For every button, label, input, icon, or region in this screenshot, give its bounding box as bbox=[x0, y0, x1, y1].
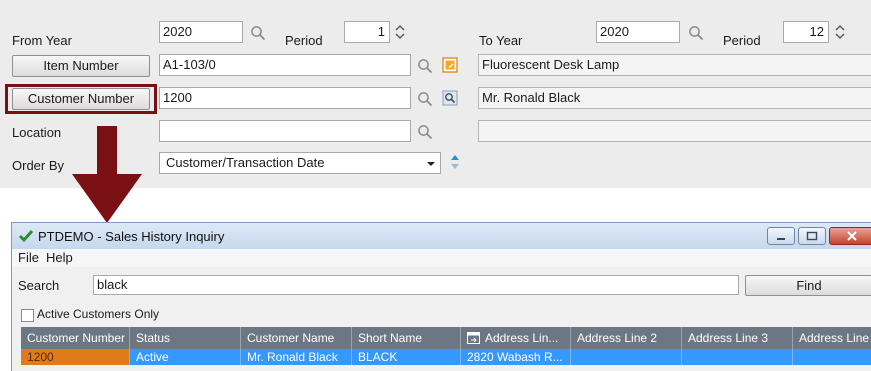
cell-address-line-3 bbox=[682, 349, 793, 365]
maximize-icon bbox=[806, 231, 818, 241]
to-period-spin-icon[interactable] bbox=[834, 23, 846, 41]
order-by-select[interactable]: Customer/Transaction Date bbox=[159, 152, 441, 174]
from-period-label: Period bbox=[285, 33, 323, 48]
column-header-customer-name[interactable]: Customer Name bbox=[241, 327, 352, 349]
order-by-value: Customer/Transaction Date bbox=[166, 155, 325, 170]
cell-short-name: BLACK bbox=[352, 349, 461, 365]
from-period-spin-icon[interactable] bbox=[394, 23, 406, 41]
location-description-field bbox=[478, 120, 871, 142]
column-header-address-line-4[interactable]: Address Line 4 bbox=[793, 327, 871, 349]
customer-search-icon[interactable] bbox=[417, 91, 433, 107]
minimize-icon bbox=[777, 238, 785, 240]
column-link-icon bbox=[467, 332, 480, 344]
cell-status: Active bbox=[130, 349, 241, 365]
window-title: PTDEMO - Sales History Inquiry bbox=[38, 229, 225, 244]
item-search-icon[interactable] bbox=[417, 58, 433, 74]
search-input[interactable]: black bbox=[93, 275, 739, 295]
customer-zoom-icon[interactable] bbox=[442, 90, 458, 106]
active-customers-checkbox[interactable] bbox=[21, 309, 34, 322]
from-period-field[interactable]: 1 bbox=[344, 21, 390, 43]
cell-customer-number: 1200 bbox=[21, 349, 130, 365]
sales-history-window: PTDEMO - Sales History Inquiry File Help… bbox=[11, 222, 871, 371]
close-button[interactable] bbox=[829, 227, 871, 245]
minimize-button[interactable] bbox=[767, 227, 795, 245]
menu-help[interactable]: Help bbox=[46, 250, 73, 265]
menu-file[interactable]: File bbox=[18, 250, 39, 265]
app-check-icon bbox=[18, 230, 34, 243]
from-year-field[interactable]: 2020 bbox=[159, 21, 243, 43]
item-number-field[interactable]: A1-103/0 bbox=[159, 54, 411, 76]
customer-number-button[interactable]: Customer Number bbox=[12, 88, 150, 110]
location-search-icon[interactable] bbox=[417, 124, 433, 140]
item-description-field: Fluorescent Desk Lamp bbox=[478, 54, 871, 76]
customer-name-field: Mr. Ronald Black bbox=[478, 87, 871, 109]
column-header-status[interactable]: Status bbox=[130, 327, 241, 349]
sort-order-icon[interactable] bbox=[449, 152, 461, 172]
from-year-label: From Year bbox=[12, 33, 72, 48]
grid-header: Customer Number Status Customer Name Sho… bbox=[21, 327, 871, 349]
location-label: Location bbox=[12, 125, 62, 140]
location-field[interactable] bbox=[159, 120, 411, 142]
menu-bar bbox=[12, 249, 871, 267]
arrow-down-icon bbox=[72, 126, 142, 223]
cell-address-line-4 bbox=[793, 349, 871, 365]
cell-address-line-1: 2820 Wabash R... bbox=[461, 349, 571, 365]
column-header-address-line-2[interactable]: Address Line 2 bbox=[571, 327, 682, 349]
column-header-short-name[interactable]: Short Name bbox=[352, 327, 461, 349]
active-customers-label: Active Customers Only bbox=[37, 307, 160, 321]
customer-number-field[interactable]: 1200 bbox=[159, 87, 411, 109]
item-notes-icon[interactable] bbox=[442, 57, 458, 73]
cell-address-line-2 bbox=[571, 349, 682, 365]
to-year-field[interactable]: 2020 bbox=[596, 21, 680, 43]
to-year-label: To Year bbox=[479, 33, 523, 48]
table-row[interactable]: 1200 Active Mr. Ronald Black BLACK 2820 … bbox=[21, 349, 871, 365]
search-label: Search bbox=[18, 278, 60, 293]
order-by-label: Order By bbox=[12, 158, 65, 173]
to-period-label: Period bbox=[723, 33, 761, 48]
column-header-address-line-3[interactable]: Address Line 3 bbox=[682, 327, 793, 349]
find-button[interactable]: Find bbox=[745, 275, 871, 296]
close-icon bbox=[847, 231, 857, 241]
column-header-customer-number[interactable]: Customer Number bbox=[21, 327, 130, 349]
from-year-search-icon[interactable] bbox=[250, 25, 266, 41]
maximize-button[interactable] bbox=[798, 227, 826, 245]
cell-customer-name: Mr. Ronald Black bbox=[241, 349, 352, 365]
item-number-button[interactable]: Item Number bbox=[12, 55, 150, 77]
to-year-search-icon[interactable] bbox=[688, 25, 704, 41]
to-period-field[interactable]: 12 bbox=[783, 21, 829, 43]
chevron-down-icon[interactable] bbox=[426, 160, 436, 168]
